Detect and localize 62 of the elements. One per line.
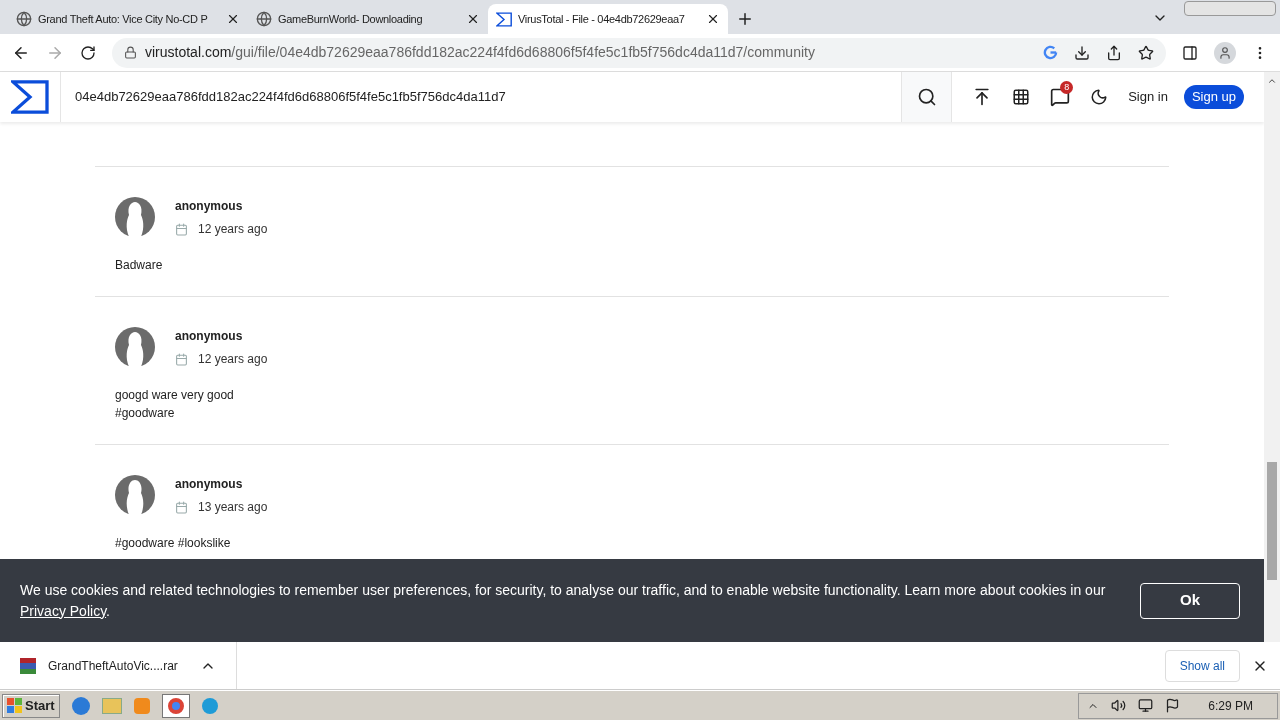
moon-icon[interactable] — [1090, 88, 1109, 106]
bookmark-icon[interactable] — [1138, 44, 1154, 61]
chrome-taskbar-icon[interactable] — [161, 693, 190, 718]
calendar-icon — [175, 500, 188, 514]
globe-icon — [16, 11, 32, 27]
close-icon[interactable] — [706, 12, 720, 26]
archive-file-icon — [20, 657, 36, 674]
avatar-icon — [115, 327, 155, 367]
share-icon[interactable] — [1106, 44, 1122, 61]
calendar-icon — [175, 352, 188, 366]
sign-in-button[interactable]: Sign in — [1128, 87, 1168, 107]
calendar-icon — [175, 222, 188, 236]
sign-up-button[interactable]: Sign up — [1183, 85, 1244, 109]
comment-text: #goodware — [115, 405, 176, 422]
close-icon[interactable] — [466, 12, 480, 26]
google-icon[interactable] — [1043, 45, 1058, 60]
download-icon[interactable] — [1074, 44, 1090, 61]
scrollbar-thumb[interactable] — [1267, 462, 1277, 580]
avatar-icon — [115, 475, 155, 515]
sigma-logo-icon[interactable] — [11, 80, 49, 114]
comment-date: 13 years ago — [198, 499, 268, 516]
comment-date: 12 years ago — [198, 221, 268, 238]
profile-icon[interactable] — [1214, 41, 1236, 64]
download-filename[interactable]: GrandTheftAutoVic....rar — [48, 656, 188, 675]
comment-date: 12 years ago — [198, 351, 268, 368]
lock-icon — [124, 46, 137, 59]
search-icon[interactable] — [916, 87, 937, 107]
volume-icon[interactable] — [1111, 698, 1127, 713]
clock: 6:29 PM — [1208, 697, 1253, 715]
reload-icon[interactable] — [80, 44, 96, 61]
windows-logo-icon — [7, 697, 23, 714]
notification-badge: 8 — [1060, 81, 1074, 94]
browser-tab[interactable]: VirusTotal - File - 04e4db72629eaa7 — [488, 4, 728, 34]
scrollbar[interactable] — [1264, 72, 1280, 642]
comment-author: anonymous — [175, 198, 244, 215]
address-field[interactable]: virustotal.com/gui/file/04e4db72629eaa786fdd182ac224f4fd6d68806f5f4fe5c1fb5f756dc4da11d7/community — [112, 37, 1166, 68]
comment-text: googd ware very good — [115, 387, 235, 404]
tab-title: GameBurnWorld- Downloading — [278, 11, 424, 27]
browser-tab[interactable]: Grand Theft Auto: Vice City No-CD P — [8, 4, 248, 34]
new-tab-icon[interactable] — [736, 10, 754, 28]
globe-icon — [256, 11, 272, 27]
comment-author: anonymous — [175, 328, 244, 345]
avatar-icon — [115, 197, 155, 237]
tab-title: Grand Theft Auto: Vice City No-CD P — [38, 11, 209, 27]
search-field[interactable]: 04e4db72629eaa786fdd182ac224f4fd6d68806f5f4fe5c1fb5f756dc4da11d7 — [61, 72, 902, 122]
scroll-up-icon[interactable] — [1267, 76, 1277, 86]
sigma-logo-icon[interactable] — [496, 11, 512, 27]
flag-icon[interactable] — [1165, 698, 1181, 713]
comment-text: #goodware #lookslike — [115, 535, 232, 552]
cookie-text: We use cookies and related technologies to remember user preferences, for security, to analyse our traffic, and to enable website functionality. Learn more about cookies in our Privacy Policy. — [20, 580, 1107, 621]
start-button[interactable]: Start — [2, 693, 60, 718]
show-all-button[interactable]: Show all — [1164, 649, 1240, 682]
url-text: virustotal.com/gui/file/04e4db72629eaa786fdd182ac224f4fd6d68806f5f4fe5c1fb5f756dc4da11d7/community — [145, 43, 816, 62]
network-icon[interactable] — [1138, 698, 1154, 713]
ok-button[interactable]: Ok — [1140, 582, 1240, 619]
browser-tab[interactable]: GameBurnWorld- Downloading — [248, 4, 488, 34]
comment-author: anonymous — [175, 476, 244, 493]
close-icon[interactable] — [226, 12, 240, 26]
comment-text: Badware — [115, 257, 164, 274]
side-panel-icon[interactable] — [1182, 44, 1198, 61]
tab-title: VirusTotal - File - 04e4db72629eaa7 — [518, 11, 686, 27]
apps-grid-icon[interactable] — [1012, 88, 1031, 106]
